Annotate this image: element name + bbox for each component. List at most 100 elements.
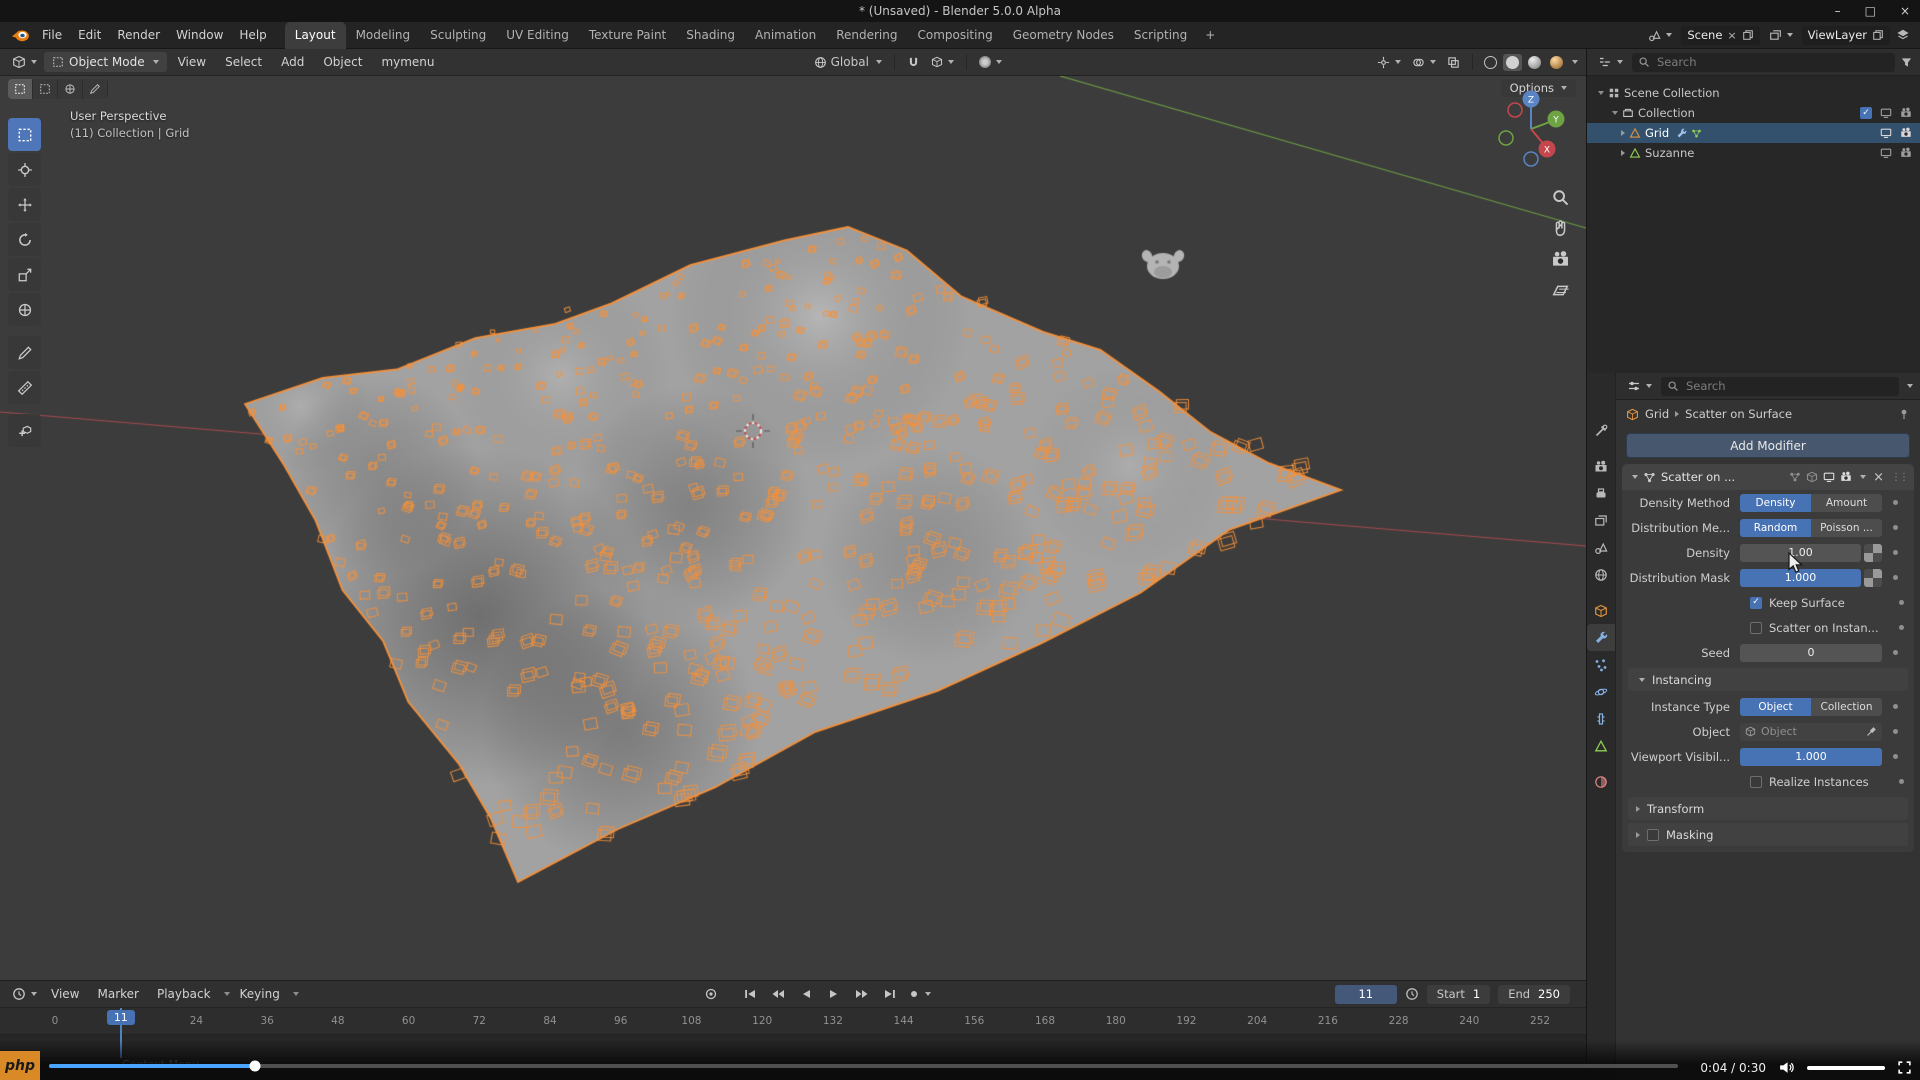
scale-tool[interactable]: [8, 258, 41, 291]
viewlayer-new-icon[interactable]: [1872, 29, 1884, 41]
distribution-random-button[interactable]: Random: [1740, 519, 1811, 537]
playback-sync-dropdown[interactable]: [904, 984, 935, 1004]
seek-knob[interactable]: [250, 1061, 261, 1072]
instance-type-object-button[interactable]: Object: [1740, 698, 1811, 716]
outliner-row-grid[interactable]: Grid: [1587, 123, 1920, 143]
tab-uv-editing[interactable]: UV Editing: [496, 22, 579, 49]
realtime-display-icon[interactable]: [1823, 471, 1835, 483]
instancing-section-header[interactable]: Instancing: [1628, 668, 1908, 691]
transform-orientation-dropdown[interactable]: Global: [810, 52, 886, 72]
object-picker-field[interactable]: Object: [1740, 723, 1882, 741]
transform-tool[interactable]: [8, 293, 41, 326]
seek-bar[interactable]: [49, 1064, 1678, 1068]
next-keyframe-button[interactable]: [849, 985, 874, 1004]
camera-view-icon[interactable]: [1551, 250, 1570, 269]
tab-constraints[interactable]: [1587, 705, 1615, 732]
animate-dot[interactable]: [1882, 500, 1908, 505]
disclosure-icon[interactable]: [1621, 130, 1625, 136]
hide-viewport-icon[interactable]: [1880, 127, 1892, 139]
outliner-search[interactable]: [1632, 53, 1895, 72]
tab-particles[interactable]: [1587, 651, 1615, 678]
density-method-density-button[interactable]: Density: [1740, 494, 1811, 512]
tab-texture-paint[interactable]: Texture Paint: [579, 22, 676, 49]
disable-render-icon[interactable]: [1900, 107, 1912, 119]
viewlayer-selector[interactable]: ViewLayer: [1802, 26, 1890, 45]
tab-tool[interactable]: [1587, 417, 1615, 444]
menu-add[interactable]: Add: [273, 49, 312, 76]
viewport-visibility-slider[interactable]: 1.000: [1740, 748, 1882, 766]
add-workspace-button[interactable]: +: [1197, 22, 1223, 49]
properties-filter-dropdown[interactable]: [1907, 384, 1913, 388]
disable-render-icon[interactable]: [1900, 147, 1912, 159]
menu-window[interactable]: Window: [168, 22, 231, 49]
snap-settings-dropdown[interactable]: [927, 52, 958, 72]
proportional-edit-dropdown[interactable]: [975, 52, 1006, 72]
outliner-editor-type-button[interactable]: [1594, 52, 1627, 72]
drag-handle-icon[interactable]: ⋮⋮: [1891, 472, 1907, 483]
maximize-button[interactable]: □: [1865, 4, 1876, 18]
extras-dropdown-icon[interactable]: [1860, 475, 1866, 479]
render-display-icon[interactable]: [1840, 471, 1852, 483]
mode-dropdown[interactable]: Object Mode: [44, 52, 167, 72]
menu-help[interactable]: Help: [231, 22, 274, 49]
tab-sculpting[interactable]: Sculpting: [420, 22, 496, 49]
tab-scripting[interactable]: Scripting: [1124, 22, 1197, 49]
animate-dot[interactable]: [1882, 575, 1908, 580]
shading-material-button[interactable]: [1525, 54, 1544, 71]
jump-to-start-button[interactable]: [737, 985, 762, 1004]
outliner-row-collection[interactable]: Collection: [1587, 103, 1920, 123]
breadcrumb-object[interactable]: Grid: [1645, 407, 1669, 421]
animate-dot[interactable]: [1888, 625, 1914, 630]
shading-wireframe-button[interactable]: [1481, 54, 1500, 71]
scene-unlink-icon[interactable]: ×: [1727, 29, 1736, 42]
speaker-icon[interactable]: [1778, 1060, 1795, 1075]
keep-surface-checkbox[interactable]: [1750, 597, 1762, 609]
animate-dot[interactable]: [1882, 550, 1908, 555]
tab-shading[interactable]: Shading: [676, 22, 745, 49]
tab-material[interactable]: [1587, 768, 1615, 795]
gizmos-dropdown[interactable]: [1373, 52, 1405, 72]
disclosure-icon[interactable]: [1612, 111, 1618, 115]
tab-view-layer[interactable]: [1587, 507, 1615, 534]
shading-rendered-button[interactable]: [1547, 54, 1566, 71]
scene-selector[interactable]: Scene ×: [1681, 26, 1759, 45]
outliner-row-suzanne[interactable]: Suzanne: [1587, 143, 1920, 163]
frame-ruler[interactable]: 0243648607284961081201321441561681801922…: [0, 1008, 1586, 1035]
animate-dot[interactable]: [1882, 525, 1908, 530]
viewlayers-icon[interactable]: [1896, 28, 1910, 42]
collapse-icon[interactable]: [1632, 475, 1638, 479]
distribution-mask-slider[interactable]: 1.000: [1740, 569, 1861, 587]
viewlayer-browse-button[interactable]: [1766, 29, 1796, 42]
density-texture-icon[interactable]: [1864, 544, 1882, 562]
use-preview-range-icon[interactable]: [1405, 987, 1419, 1001]
menu-file[interactable]: File: [34, 22, 70, 49]
current-frame-field[interactable]: 11: [1335, 985, 1397, 1004]
jump-to-end-button[interactable]: [877, 985, 902, 1004]
pan-hand-icon[interactable]: [1551, 219, 1570, 238]
play-reverse-button[interactable]: [793, 985, 818, 1004]
menu-select[interactable]: Select: [217, 49, 270, 76]
density-method-amount-button[interactable]: Amount: [1811, 494, 1882, 512]
delete-modifier-icon[interactable]: ×: [1871, 470, 1886, 485]
tab-animation[interactable]: Animation: [745, 22, 826, 49]
hide-viewport-icon[interactable]: [1880, 107, 1892, 119]
masking-section-header[interactable]: Masking: [1628, 823, 1908, 846]
breadcrumb-modifier[interactable]: Scatter on Surface: [1685, 407, 1792, 421]
scene-canvas[interactable]: [0, 76, 1586, 980]
timeline-editor-type-button[interactable]: [8, 984, 41, 1004]
menu-object[interactable]: Object: [315, 49, 370, 76]
properties-search-input[interactable]: [1684, 378, 1893, 394]
outliner-row-scene-collection[interactable]: Scene Collection: [1587, 83, 1920, 103]
disclosure-icon[interactable]: [1621, 150, 1625, 156]
tab-scene[interactable]: [1587, 534, 1615, 561]
close-button[interactable]: ×: [1900, 4, 1910, 18]
move-tool[interactable]: [8, 188, 41, 221]
collection-exclude-checkbox[interactable]: [1860, 107, 1872, 119]
modifier-header[interactable]: Scatter on ... × ⋮⋮: [1622, 464, 1914, 490]
density-value-field[interactable]: 1.00: [1740, 544, 1861, 562]
annotate-tool[interactable]: [8, 336, 41, 369]
tab-world[interactable]: [1587, 561, 1615, 588]
pin-icon[interactable]: [1898, 408, 1910, 420]
minimize-button[interactable]: –: [1835, 4, 1841, 18]
menu-mymenu[interactable]: mymenu: [373, 49, 442, 76]
